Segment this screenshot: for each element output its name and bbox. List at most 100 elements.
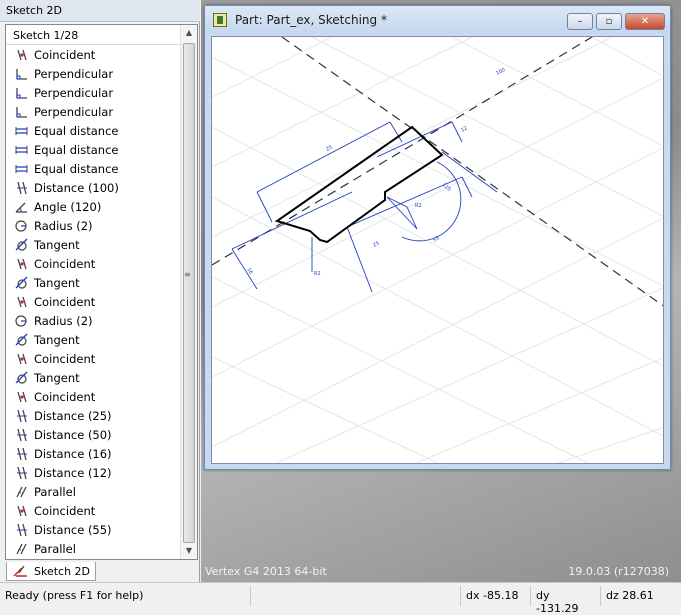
scroll-up-icon[interactable]: ▲: [181, 25, 197, 41]
sketch-viewport[interactable]: 25 100 12 120 16 25 55 R2 R2: [211, 36, 664, 464]
constraint-item[interactable]: Tangent: [6, 235, 197, 254]
constraint-item[interactable]: Distance (16): [6, 444, 197, 463]
constraint-item[interactable]: Equal distance: [6, 159, 197, 178]
constraint-item[interactable]: Distance (100): [6, 178, 197, 197]
svg-text:100: 100: [495, 67, 506, 77]
tangent-icon: [14, 333, 29, 347]
svg-text:25: 25: [325, 144, 333, 152]
restore-button[interactable]: ▫: [596, 13, 622, 30]
tree-scrollbar[interactable]: ▲ ≡ ▼: [180, 25, 197, 559]
constraint-label: Tangent: [34, 370, 80, 385]
constraint-item[interactable]: Distance (55): [6, 520, 197, 539]
svg-text:R2: R2: [415, 203, 422, 209]
parallel-icon: [14, 542, 29, 556]
parallel-icon: [14, 485, 29, 499]
dimension-labels: 25 100 12 120 16 25 55 R2 R2: [245, 67, 506, 277]
constraint-item[interactable]: Tangent: [6, 368, 197, 387]
radius-icon: [14, 219, 29, 233]
distance-icon: [14, 466, 29, 480]
constraint-label: Parallel: [34, 541, 76, 556]
coincident-icon: [14, 352, 29, 366]
constraint-item[interactable]: Radius (2): [6, 216, 197, 235]
tree-header[interactable]: Sketch 1/28: [6, 25, 197, 45]
constraint-label: Equal distance: [34, 123, 119, 138]
constraint-item[interactable]: Coincident: [6, 292, 197, 311]
close-button[interactable]: ✕: [625, 13, 665, 30]
svg-text:25: 25: [372, 240, 380, 248]
sketch-panel: Sketch 2D Sketch 1/28 Coincident Perpendi…: [0, 0, 200, 582]
constraint-item[interactable]: Perpendicular: [6, 102, 197, 121]
constraint-item[interactable]: Coincident: [6, 501, 197, 520]
distance-icon: [14, 181, 29, 195]
constraint-tree[interactable]: Sketch 1/28 Coincident Perpendicular Perpe…: [5, 24, 198, 560]
perpendicular-icon: [14, 67, 29, 81]
minimize-button[interactable]: –: [567, 13, 593, 30]
dy-readout: dy -131.29: [530, 586, 600, 615]
constraint-item[interactable]: Perpendicular: [6, 64, 197, 83]
dz-readout: dz 28.61: [600, 586, 681, 606]
distance-icon: [14, 428, 29, 442]
constraint-item[interactable]: Distance (25): [6, 406, 197, 425]
constraint-item[interactable]: Equal distance: [6, 121, 197, 140]
sketch-icon: [13, 565, 27, 577]
constraint-item[interactable]: Tangent: [6, 330, 197, 349]
constraint-label: Coincident: [34, 256, 96, 271]
radius-icon: [14, 314, 29, 328]
status-bar: Ready (press F1 for help) dx -85.18 dy -…: [0, 582, 681, 615]
coincident-icon: [14, 390, 29, 404]
perpendicular-icon: [14, 105, 29, 119]
constraint-item[interactable]: Perpendicular: [6, 83, 197, 102]
constraint-label: Coincident: [34, 294, 96, 309]
constraint-label: Perpendicular: [34, 85, 114, 100]
constraint-label: Parallel: [34, 484, 76, 499]
constraint-label: Radius (2): [34, 313, 93, 328]
constraint-label: Coincident: [34, 47, 96, 62]
constraint-label: Perpendicular: [34, 104, 114, 119]
coincident-icon: [14, 48, 29, 62]
angle-icon: [14, 200, 29, 214]
constraint-item[interactable]: Coincident: [6, 387, 197, 406]
constraint-label: Tangent: [34, 332, 80, 347]
constraint-label: Tangent: [34, 237, 80, 252]
constraint-item[interactable]: Parallel: [6, 539, 197, 558]
part-window: Part: Part_ex, Sketching * – ▫ ✕ 25 100 …: [204, 5, 671, 470]
panel-title: Sketch 2D: [0, 0, 200, 22]
svg-text:55: 55: [432, 235, 440, 243]
window-titlebar[interactable]: Part: Part_ex, Sketching * – ▫ ✕: [205, 6, 670, 34]
coincident-icon: [14, 295, 29, 309]
constraint-label: Coincident: [34, 503, 96, 518]
version-label: Vertex G4 2013 64-bit: [205, 565, 327, 578]
sketch-canvas[interactable]: 25 100 12 120 16 25 55 R2 R2: [212, 37, 664, 464]
scroll-down-icon[interactable]: ▼: [181, 543, 197, 559]
equal-distance-icon: [14, 143, 29, 157]
constraint-label: Distance (100): [34, 180, 119, 195]
grid-lines: [212, 37, 663, 463]
constraint-item[interactable]: Coincident: [6, 45, 197, 64]
tab-sketch-2d[interactable]: Sketch 2D: [6, 562, 96, 581]
sketch-profile: [274, 125, 444, 244]
constraint-item[interactable]: Distance (12): [6, 463, 197, 482]
equal-distance-icon: [14, 124, 29, 138]
constraint-item[interactable]: Equal distance: [6, 140, 197, 159]
constraint-label: Coincident: [34, 389, 96, 404]
constraint-item[interactable]: Tangent: [6, 273, 197, 292]
constraint-item[interactable]: Radius (2): [6, 311, 197, 330]
workspace: Part: Part_ex, Sketching * – ▫ ✕ 25 100 …: [201, 0, 681, 582]
constraint-list: Coincident Perpendicular Perpendicular Perp…: [6, 45, 197, 558]
dx-readout: dx -85.18: [460, 586, 530, 606]
constraint-item[interactable]: Parallel: [6, 482, 197, 501]
constraint-item[interactable]: Distance (50): [6, 425, 197, 444]
svg-text:16: 16: [245, 267, 253, 276]
constraint-item[interactable]: Coincident: [6, 349, 197, 368]
constraint-label: Perpendicular: [34, 66, 114, 81]
equal-distance-icon: [14, 162, 29, 176]
tangent-icon: [14, 276, 29, 290]
constraint-label: Equal distance: [34, 142, 119, 157]
status-message: Ready (press F1 for help): [5, 589, 144, 602]
constraint-item[interactable]: Coincident: [6, 254, 197, 273]
scroll-thumb[interactable]: [183, 43, 195, 543]
constraint-item[interactable]: Angle (120): [6, 197, 197, 216]
constraint-label: Angle (120): [34, 199, 102, 214]
build-label: 19.0.03 (r127038): [568, 565, 669, 578]
part-document-icon: [213, 13, 227, 27]
